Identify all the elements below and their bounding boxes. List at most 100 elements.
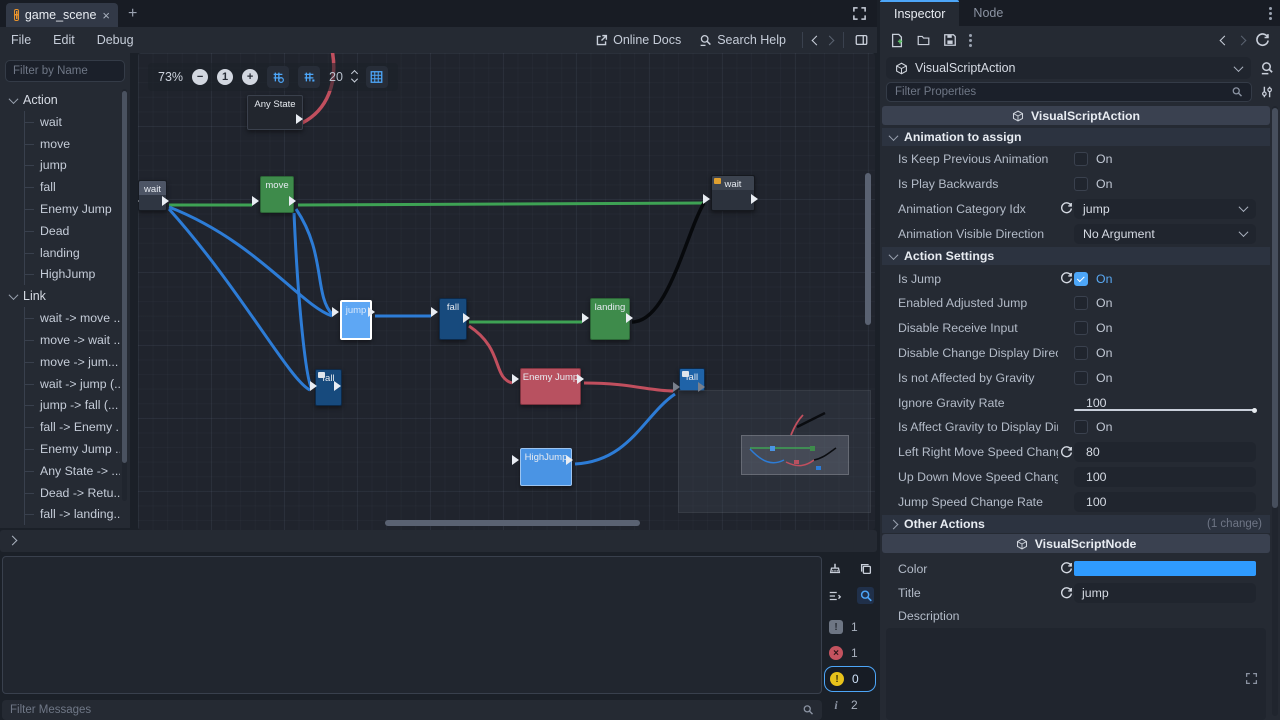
property-text-field[interactable]: jump: [1074, 583, 1256, 603]
graph-minimap[interactable]: [678, 390, 871, 513]
search-help-button[interactable]: Search Help: [693, 33, 792, 47]
graph-node-jump[interactable]: jump: [340, 300, 372, 340]
tab-menu-icon[interactable]: [1269, 7, 1272, 20]
load-resource-icon[interactable]: [916, 34, 931, 47]
node-port[interactable]: [334, 381, 341, 391]
expand-panel-icon[interactable]: [8, 536, 18, 546]
grid-display-icon[interactable]: [366, 66, 388, 88]
menu-edit[interactable]: Edit: [42, 33, 86, 47]
revert-icon[interactable]: [1058, 562, 1074, 575]
message-count-error[interactable]: ×1: [824, 640, 876, 666]
property-value[interactable]: On: [1074, 321, 1270, 335]
tree-item[interactable]: HighJump: [0, 264, 120, 286]
tree-item[interactable]: landing: [0, 242, 120, 264]
distraction-free-icon[interactable]: [852, 6, 867, 21]
panel-layout-icon[interactable]: [854, 33, 869, 47]
property-number-field[interactable]: 100: [1074, 467, 1256, 487]
graph-node-highjump[interactable]: HighJump: [520, 448, 572, 486]
output-console[interactable]: [2, 556, 822, 694]
graph-node-move[interactable]: move: [260, 176, 294, 213]
menu-file[interactable]: File: [0, 33, 42, 47]
tree-item[interactable]: Enemy Jump: [0, 198, 120, 220]
slider-grabber[interactable]: [1252, 408, 1257, 413]
slider-track[interactable]: [1074, 409, 1256, 411]
sidebar-scrollbar[interactable]: [122, 89, 127, 501]
description-textarea[interactable]: [886, 628, 1266, 720]
tree-item[interactable]: fall -> Enemy ...: [0, 416, 120, 438]
object-selector-dropdown[interactable]: VisualScriptAction: [886, 57, 1251, 79]
revert-icon[interactable]: [1058, 587, 1074, 600]
online-docs-button[interactable]: Online Docs: [589, 33, 687, 47]
node-port[interactable]: [463, 313, 470, 323]
canvas-vertical-scrollbar[interactable]: [865, 173, 871, 325]
property-value[interactable]: On: [1074, 346, 1270, 360]
section-header[interactable]: Action Settings: [882, 247, 1270, 265]
filter-messages-input[interactable]: Filter Messages: [2, 700, 822, 720]
property-checkbox[interactable]: [1074, 177, 1088, 191]
filter-properties-input[interactable]: Filter Properties: [886, 82, 1252, 102]
filter-by-name-input[interactable]: Filter by Name: [5, 60, 125, 82]
tree-item[interactable]: wait: [0, 111, 120, 133]
property-checkbox[interactable]: [1074, 152, 1088, 166]
node-port[interactable]: [368, 307, 375, 317]
message-count-warning[interactable]: !0: [824, 666, 876, 692]
property-dropdown[interactable]: No Argument: [1074, 224, 1256, 244]
revert-icon[interactable]: [1058, 446, 1074, 459]
clear-output-icon[interactable]: [826, 560, 843, 577]
property-value[interactable]: No Argument: [1074, 224, 1270, 244]
collapse-messages-icon[interactable]: [826, 587, 843, 604]
tree-item[interactable]: fall -> landing...: [0, 504, 120, 526]
inspector-forward-icon[interactable]: [1237, 35, 1247, 45]
edge-move-to-wait2[interactable]: [298, 203, 703, 205]
edge-move-to-jump[interactable]: [296, 209, 332, 314]
tree-item[interactable]: jump -> fall (...: [0, 395, 120, 417]
tree-item[interactable]: move: [0, 133, 120, 155]
node-port[interactable]: [703, 194, 710, 204]
snap-step-spinner[interactable]: [352, 71, 357, 83]
node-port[interactable]: [577, 374, 584, 384]
resource-options-icon[interactable]: [969, 34, 972, 47]
new-resource-icon[interactable]: [890, 33, 904, 48]
tree-item[interactable]: jump: [0, 155, 120, 177]
open-docs-icon[interactable]: [1259, 61, 1274, 76]
tree-item[interactable]: wait -> jump (...: [0, 373, 120, 395]
property-value[interactable]: On: [1074, 177, 1270, 191]
property-value[interactable]: On: [1074, 371, 1270, 385]
node-port[interactable]: [751, 194, 758, 204]
zoom-reset-button[interactable]: 1: [217, 69, 233, 85]
graph-node-landing[interactable]: landing: [590, 298, 630, 340]
property-value[interactable]: 100: [1074, 467, 1270, 487]
node-port[interactable]: [332, 307, 339, 317]
expand-textarea-icon[interactable]: [1245, 672, 1258, 685]
node-port[interactable]: [252, 196, 259, 206]
property-dropdown[interactable]: jump: [1074, 199, 1256, 219]
property-value[interactable]: On: [1074, 296, 1270, 310]
property-value[interactable]: jump: [1074, 199, 1270, 219]
history-icon[interactable]: [1255, 33, 1270, 48]
inspector-back-icon[interactable]: [1220, 35, 1230, 45]
node-port[interactable]: [566, 455, 573, 465]
edge-wait-to-jump[interactable]: [169, 207, 332, 316]
message-count-alert[interactable]: !1: [824, 614, 876, 640]
menu-debug[interactable]: Debug: [86, 33, 145, 47]
property-value[interactable]: On: [1074, 420, 1270, 434]
revert-icon[interactable]: [1058, 272, 1074, 285]
zoom-out-button[interactable]: −: [192, 69, 208, 85]
node-port[interactable]: [310, 381, 317, 391]
snap-settings-icon[interactable]: [267, 66, 289, 88]
tab-inspector[interactable]: Inspector: [880, 0, 959, 26]
tree-item[interactable]: Dead -> Retu...: [0, 482, 120, 504]
edge-enemy-to-fall3[interactable]: [584, 383, 673, 391]
edge-highjump-to-fall3[interactable]: [575, 394, 675, 464]
copy-output-icon[interactable]: [857, 560, 874, 577]
edge-fall-to-enemy[interactable]: [469, 326, 512, 383]
edge-wait-to-fall2[interactable]: [169, 209, 310, 390]
property-number-field[interactable]: 80: [1074, 442, 1256, 462]
node-port[interactable]: [431, 307, 438, 317]
property-value[interactable]: 100: [1074, 492, 1270, 512]
node-port[interactable]: [512, 455, 519, 465]
history-forward-icon[interactable]: [825, 35, 835, 45]
property-value[interactable]: jump: [1074, 583, 1270, 603]
snap-toggle-icon[interactable]: [298, 66, 320, 88]
search-messages-icon[interactable]: [857, 587, 874, 604]
